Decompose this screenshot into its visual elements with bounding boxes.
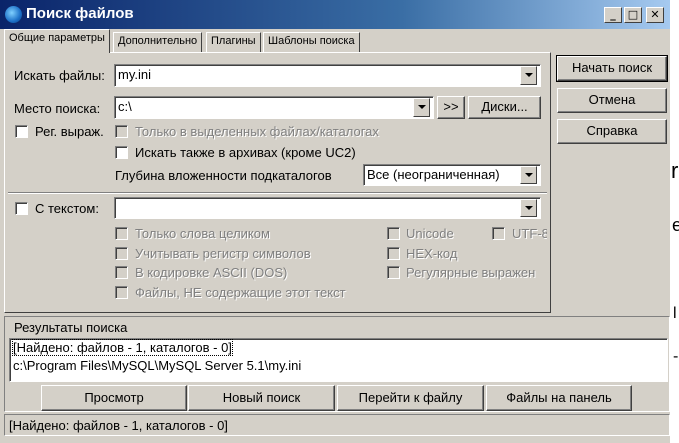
with-text-label: С текстом: — [35, 201, 99, 216]
background-fragment-4: - — [673, 348, 679, 365]
only-selected-checkbox[interactable] — [115, 125, 128, 138]
regex-text-checkbox[interactable] — [387, 266, 400, 279]
results-title: Результаты поиска — [14, 320, 128, 335]
search-files-dropdown-button[interactable] — [520, 66, 537, 85]
depth-value: Все (неограниченная) — [367, 167, 500, 182]
depth-dropdown-button[interactable] — [520, 166, 537, 184]
regex-label: Рег. выраж. — [35, 124, 104, 139]
only-selected-label: Только в выделенных файлах/каталогах — [135, 124, 379, 139]
results-list[interactable]: [Найдено: файлов - 1, каталогов - 0] c:\… — [9, 338, 668, 382]
window-title: Поиск файлов — [26, 5, 134, 22]
maximize-button[interactable]: □ — [624, 7, 642, 23]
search-location-combo[interactable]: c:\ — [114, 96, 434, 119]
goto-file-button[interactable]: Перейти к файлу — [337, 385, 484, 411]
case-sensitive-checkbox[interactable] — [115, 247, 128, 260]
search-archives-label: Искать также в архивах (кроме UC2) — [135, 145, 356, 160]
disks-button[interactable]: Диски... — [468, 96, 541, 119]
search-files-combo[interactable]: my.ini — [114, 64, 541, 87]
search-location-dropdown-button[interactable] — [413, 98, 430, 117]
search-archives-checkbox[interactable] — [115, 146, 128, 159]
search-files-window: Поиск файлов _ □ ✕ Общие параметры Допол… — [0, 0, 670, 443]
new-search-button[interactable]: Новый поиск — [188, 385, 335, 411]
depth-label: Глубина вложенности подкаталогов — [115, 168, 332, 183]
with-text-checkbox[interactable] — [15, 202, 28, 215]
depth-select[interactable]: Все (неограниченная) — [363, 164, 541, 186]
title-bar: Поиск файлов _ □ ✕ — [0, 0, 670, 29]
not-containing-label: Файлы, НЕ содержащие этот текст — [135, 285, 346, 300]
whole-words-checkbox[interactable] — [115, 227, 128, 240]
results-line-file[interactable]: c:\Program Files\MySQL\MySQL Server 5.1\… — [13, 358, 301, 373]
hex-label: HEX-код — [406, 246, 458, 261]
with-text-dropdown-button[interactable] — [520, 199, 537, 217]
status-bar: [Найдено: файлов - 1, каталогов - 0] — [4, 414, 670, 436]
regex-checkbox[interactable] — [15, 125, 28, 138]
ascii-dos-label: В кодировке ASCII (DOS) — [135, 265, 288, 280]
tab-advanced[interactable]: Дополнительно — [113, 32, 203, 52]
cancel-button[interactable]: Отмена — [557, 88, 667, 113]
tab-plugins[interactable]: Плагины — [206, 32, 261, 52]
tab-general[interactable]: Общие параметры — [4, 29, 110, 53]
background-fragment-3: l — [673, 305, 677, 322]
close-button[interactable]: ✕ — [646, 7, 664, 23]
files-to-panel-button[interactable]: Файлы на панель — [486, 385, 632, 411]
background-fragment-1: r — [671, 158, 679, 183]
separator-line — [8, 192, 547, 194]
unicode-label: Unicode — [406, 226, 454, 241]
hex-checkbox[interactable] — [387, 247, 400, 260]
results-line-summary[interactable]: [Найдено: файлов - 1, каталогов - 0] — [12, 339, 233, 356]
minimize-button[interactable]: _ — [604, 7, 622, 23]
not-containing-checkbox[interactable] — [115, 286, 128, 299]
unicode-checkbox[interactable] — [387, 227, 400, 240]
regex-text-label: Регулярные выражен — [406, 265, 536, 280]
utf8-checkbox[interactable] — [492, 227, 505, 240]
start-search-button[interactable]: Начать поиск — [556, 55, 668, 82]
help-button[interactable]: Справка — [557, 119, 667, 144]
ascii-dos-checkbox[interactable] — [115, 266, 128, 279]
search-location-value: c:\ — [118, 99, 132, 114]
browse-arrows-button[interactable]: >> — [437, 96, 465, 119]
app-globe-icon — [5, 6, 22, 23]
with-text-combo[interactable] — [114, 197, 541, 219]
tab-search-templates[interactable]: Шаблоны поиска — [263, 32, 360, 52]
search-files-value: my.ini — [118, 67, 151, 82]
status-text: [Найдено: файлов - 1, каталогов - 0] — [9, 418, 228, 433]
search-location-label: Место поиска: — [14, 101, 101, 116]
utf8-label: UTF-8 — [512, 226, 547, 241]
view-button[interactable]: Просмотр — [41, 385, 187, 411]
whole-words-label: Только слова целиком — [135, 226, 270, 241]
background-fragment-2: e — [672, 215, 679, 235]
case-sensitive-label: Учитывать регистр символов — [135, 246, 311, 261]
search-files-label: Искать файлы: — [14, 68, 105, 83]
